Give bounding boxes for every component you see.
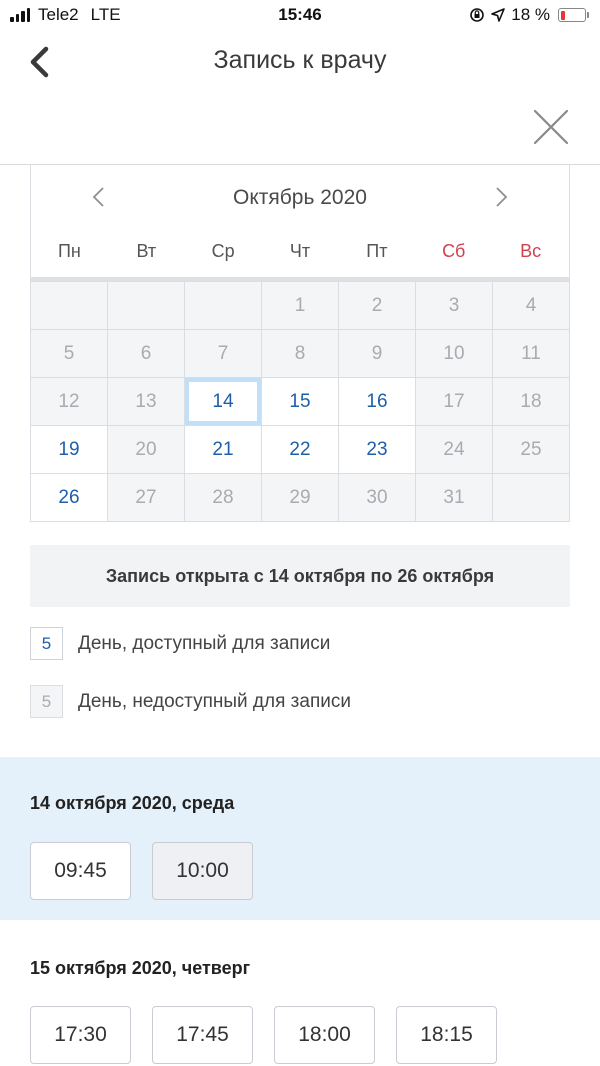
calendar-empty-cell [108,282,185,330]
calendar-day-unavailable: 27 [108,474,185,522]
calendar-day-unavailable: 6 [108,330,185,378]
legend-label: День, недоступный для записи [78,690,351,712]
calendar-header: Октябрь 2020 Пн Вт Ср Чт Пт Сб Вс [30,165,570,277]
calendar-day-selected[interactable]: 14 [185,378,262,426]
calendar-day-unavailable: 12 [31,378,108,426]
calendar-month-label: Октябрь 2020 [233,186,367,209]
calendar-grid: 1 2 3 4 5 6 7 8 9 10 11 12 13 14 15 16 17 18 19 20 21 22 23 24 2… [30,281,570,522]
status-bar: Tele2 LTE 15:46 18 % [0,0,600,32]
calendar-empty-cell [493,474,570,522]
legend-item-available: 5 День, доступный для записи [30,627,570,660]
calendar-day-unavailable: 11 [493,330,570,378]
legend-sample-unavailable: 5 [30,685,63,718]
app-header: Запись к врачу [0,32,600,90]
orientation-lock-icon [470,8,485,22]
weekday-label: Ср [211,241,235,261]
time-slot[interactable]: 17:30 [30,1006,131,1064]
calendar-day-unavailable: 4 [493,282,570,330]
legend-label: День, доступный для записи [78,632,331,654]
calendar-day-unavailable: 18 [493,378,570,426]
calendar-day-unavailable: 25 [493,426,570,474]
calendar-day-unavailable: 10 [416,330,493,378]
status-right: 18 % [469,5,589,25]
calendar-day-available[interactable]: 16 [339,378,416,426]
close-bar [0,90,600,165]
calendar-day-unavailable: 3 [416,282,493,330]
calendar-day-available[interactable]: 23 [339,426,416,474]
calendar-day-unavailable: 8 [262,330,339,378]
battery-icon [558,8,589,22]
day-title: 15 октября 2020, четверг [30,958,251,978]
calendar-empty-cell [31,282,108,330]
day-title: 14 октября 2020, среда [30,793,235,813]
calendar-day-unavailable: 24 [416,426,493,474]
time-slots: 17:30 17:45 18:00 18:15 [30,1006,497,1064]
calendar-day-unavailable: 1 [262,282,339,330]
calendar-day-unavailable: 30 [339,474,416,522]
calendar-day-unavailable: 31 [416,474,493,522]
calendar: Октябрь 2020 Пн Вт Ср Чт Пт Сб Вс 123456… [30,165,570,522]
calendar-day-unavailable: 13 [108,378,185,426]
booking-period-notice: Запись открыта с 14 октября по 26 октябр… [30,545,570,607]
weekday-label: Пн [57,241,81,261]
calendar-day-unavailable: 9 [339,330,416,378]
calendar-day-unavailable: 17 [416,378,493,426]
calendar-day-unavailable: 5 [31,330,108,378]
weekday-label-weekend: Сб [442,241,466,261]
day-slots-block: 14 октября 2020, среда 09:45 10:00 [0,757,600,920]
calendar-day-unavailable: 7 [185,330,262,378]
battery-percent: 18 % [511,5,550,24]
calendar-day-available[interactable]: 22 [262,426,339,474]
legend-sample-available: 5 [30,627,63,660]
calendar-empty-cell [185,282,262,330]
calendar-day-available[interactable]: 26 [31,474,108,522]
weekday-label: Вт [136,241,157,261]
close-icon[interactable] [532,108,570,146]
time-slot[interactable]: 18:00 [274,1006,375,1064]
location-arrow-icon [491,8,506,22]
calendar-day-unavailable: 2 [339,282,416,330]
calendar-day-available[interactable]: 15 [262,378,339,426]
calendar-day-available[interactable]: 21 [185,426,262,474]
day-slots-block: 15 октября 2020, четверг 17:30 17:45 18:… [0,920,600,1066]
weekday-label: Чт [289,241,311,261]
calendar-day-available[interactable]: 19 [31,426,108,474]
time-slot[interactable]: 10:00 [152,842,253,900]
next-month-icon[interactable] [491,185,511,209]
page-title: Запись к врачу [213,46,387,74]
time-slot[interactable]: 18:15 [396,1006,497,1064]
time-slot[interactable]: 17:45 [152,1006,253,1064]
time-slots: 09:45 10:00 [30,842,253,900]
weekday-row: Пн Вт Ср Чт Пт Сб Вс [31,241,569,262]
calendar-day-unavailable: 28 [185,474,262,522]
legend-item-unavailable: 5 День, недоступный для записи [30,685,570,718]
weekday-label: Пт [366,241,388,261]
calendar-day-unavailable: 20 [108,426,185,474]
calendar-day-unavailable: 29 [262,474,339,522]
weekday-label-weekend: Вс [520,241,542,261]
time-slot[interactable]: 09:45 [30,842,131,900]
